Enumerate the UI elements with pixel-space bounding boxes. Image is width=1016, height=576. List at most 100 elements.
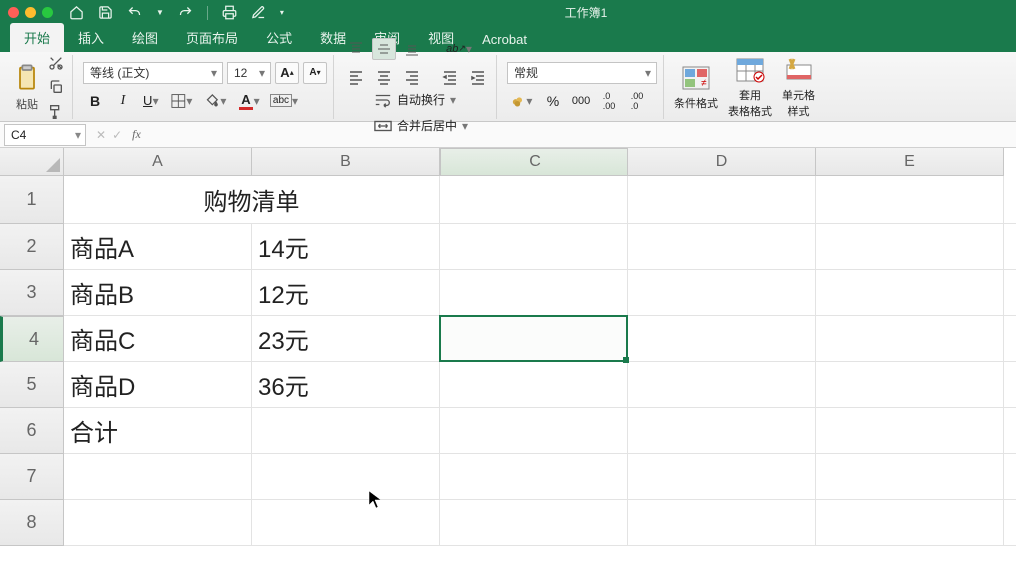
cell-A2[interactable]: 商品A [64,224,252,270]
font-color-button[interactable]: A▾ [235,90,265,112]
row-header-6[interactable]: 6 [0,408,64,454]
cell[interactable] [1004,500,1016,546]
cell[interactable] [816,316,1004,362]
fx-icon[interactable]: fx [128,127,145,142]
tab-formulas[interactable]: 公式 [252,23,306,52]
formula-input[interactable] [151,124,1016,146]
cell-B5[interactable]: 36元 [252,362,440,408]
align-left-button[interactable] [344,66,368,88]
cell[interactable] [816,362,1004,408]
cell-A4[interactable]: 商品C [64,316,252,362]
increase-decimal-button[interactable]: .0.00 [597,90,621,112]
cell[interactable] [1004,270,1016,316]
align-bottom-button[interactable] [400,38,424,60]
cell[interactable] [1004,176,1016,224]
row-header-2[interactable]: 2 [0,224,64,270]
cell[interactable] [252,454,440,500]
align-right-button[interactable] [400,66,424,88]
underline-button[interactable]: U▾ [139,90,163,112]
bold-button[interactable]: B [83,90,107,112]
maximize-window-button[interactable] [42,7,53,18]
cell[interactable] [816,454,1004,500]
close-window-button[interactable] [8,7,19,18]
cell-B4[interactable]: 23元 [252,316,440,362]
cell[interactable] [1004,454,1016,500]
column-header-A[interactable]: A [64,148,252,176]
cell[interactable] [1004,224,1016,270]
format-as-table-button[interactable]: 套用 表格格式 [728,55,772,119]
cell-A3[interactable]: 商品B [64,270,252,316]
tab-page-layout[interactable]: 页面布局 [172,23,252,52]
cell[interactable] [64,454,252,500]
cell[interactable] [252,408,440,454]
cell[interactable] [1004,316,1016,362]
cell-A6[interactable]: 合计 [64,408,252,454]
column-header-C[interactable]: C [440,148,628,176]
select-all-corner[interactable] [0,148,64,176]
comma-button[interactable]: 000 [569,90,593,112]
cell-A1[interactable]: 购物清单 [64,176,440,224]
increase-font-button[interactable]: A▴ [275,62,299,84]
cell[interactable] [816,500,1004,546]
cell-B3[interactable]: 12元 [252,270,440,316]
cell[interactable] [816,408,1004,454]
cell[interactable] [440,454,628,500]
home-icon[interactable] [69,5,84,20]
row-header-4[interactable]: 4 [0,316,64,362]
cell[interactable] [628,500,816,546]
cut-icon[interactable] [46,53,66,73]
undo-dropdown-icon[interactable]: ▼ [156,9,164,17]
print-icon[interactable] [222,5,237,20]
cell-A5[interactable]: 商品D [64,362,252,408]
column-header-D[interactable]: D [628,148,816,176]
row-header-5[interactable]: 5 [0,362,64,408]
cell[interactable] [440,408,628,454]
currency-button[interactable]: ▾ [507,90,537,112]
cell[interactable] [628,454,816,500]
tab-home[interactable]: 开始 [10,23,64,52]
cell[interactable] [628,270,816,316]
tab-insert[interactable]: 插入 [64,23,118,52]
decrease-font-button[interactable]: A▾ [303,62,327,84]
cancel-formula-button[interactable]: ✕ [96,128,106,142]
italic-button[interactable]: I [111,90,135,112]
decrease-decimal-button[interactable]: .00.0 [625,90,649,112]
increase-indent-button[interactable] [466,66,490,88]
border-button[interactable]: ▾ [167,90,197,112]
cell[interactable] [1004,362,1016,408]
fill-color-button[interactable]: ▾ [201,90,231,112]
decrease-indent-button[interactable] [438,66,462,88]
align-top-button[interactable] [344,38,368,60]
cell[interactable] [816,224,1004,270]
tab-draw[interactable]: 绘图 [118,23,172,52]
column-header-E[interactable]: E [816,148,1004,176]
conditional-format-button[interactable]: ≠ 条件格式 [674,63,718,111]
cell[interactable] [252,500,440,546]
phonetic-button[interactable]: abc▾ [269,90,299,112]
font-name-select[interactable]: 等线 (正文)▾ [83,62,223,84]
paste-icon[interactable] [12,62,42,92]
cell-B2[interactable]: 14元 [252,224,440,270]
wrap-text-button[interactable]: 自动换行 ▾ [373,90,469,110]
row-header-7[interactable]: 7 [0,454,64,500]
cell[interactable] [628,224,816,270]
copy-icon[interactable] [46,77,66,97]
cell[interactable] [816,270,1004,316]
cell-styles-button[interactable]: 单元格 样式 [782,55,815,119]
cell[interactable] [440,224,628,270]
cell[interactable] [440,270,628,316]
cell[interactable] [628,408,816,454]
align-middle-button[interactable] [372,38,396,60]
cell[interactable] [628,176,816,224]
cell[interactable] [440,176,628,224]
worksheet-grid[interactable]: ABCDE 12345678 购物清单商品A14元商品B12元商品C23元商品D… [0,148,1016,576]
accept-formula-button[interactable]: ✓ [112,128,122,142]
cell[interactable] [628,316,816,362]
cell[interactable] [816,176,1004,224]
cell[interactable] [1004,408,1016,454]
number-format-select[interactable]: 常规▾ [507,62,657,84]
save-icon[interactable] [98,5,113,20]
cell[interactable] [440,500,628,546]
edit-icon[interactable] [251,5,266,20]
row-header-3[interactable]: 3 [0,270,64,316]
